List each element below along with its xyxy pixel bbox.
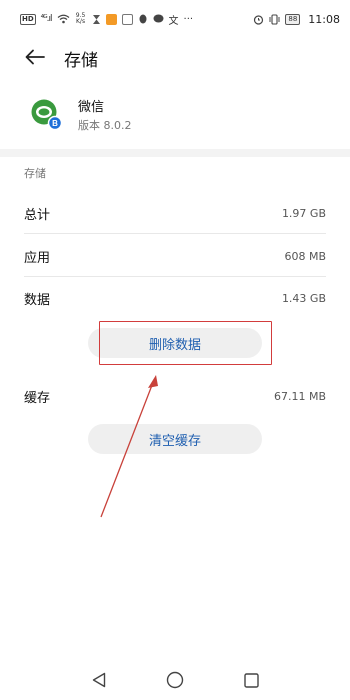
section-divider (0, 149, 350, 157)
status-bar-right: 88 11:08 (253, 13, 340, 26)
page-title: 存储 (64, 51, 98, 71)
clear-cache-button[interactable]: 清空缓存 (88, 424, 262, 454)
wifi-icon (57, 14, 69, 24)
clock-time: 11:08 (308, 12, 340, 26)
status-bar-left: HD ⁴ᴳ.ıl 9.5 K/s 文 ··· (20, 12, 193, 27)
circle-home-icon (166, 671, 184, 689)
storage-row-cache: 缓存 67.11 MB (24, 376, 326, 416)
signal-indicator: ⁴ᴳ.ıl (40, 14, 53, 24)
row-divider (24, 233, 326, 234)
video-app-icon (105, 13, 117, 25)
app-name: 微信 (78, 100, 105, 115)
play-app-icon (121, 13, 133, 25)
vibrate-icon (269, 13, 280, 25)
nav-back-button[interactable] (88, 669, 110, 691)
square-recent-icon (243, 672, 259, 688)
app-badge-text: B (52, 119, 58, 128)
app-version: 版本 8.0.2 (78, 119, 132, 132)
row-label: 总计 (24, 207, 51, 223)
qq-icon (139, 14, 147, 23)
storage-row-app: 应用 608 MB (24, 236, 326, 276)
storage-row-data: 数据 1.43 GB (24, 278, 326, 318)
cache-label: 缓存 (24, 390, 51, 406)
net-speed-unit: K/s (76, 18, 86, 25)
more-dots-icon: ··· (183, 13, 194, 25)
row-value: 1.43 GB (281, 291, 326, 305)
alarm-icon (254, 14, 264, 25)
cache-value: 67.11 MB (273, 389, 326, 403)
storage-row-total: 总计 1.97 GB (24, 193, 326, 233)
row-value: 608 MB (284, 249, 326, 263)
back-button[interactable] (22, 44, 48, 70)
app-info: B 微信 版本 8.0.2 (0, 92, 350, 140)
storage-section-label: 存储 (24, 167, 46, 180)
triangle-back-icon (92, 672, 106, 688)
row-label: 应用 (24, 250, 51, 266)
annotation-highlight-box (99, 321, 272, 365)
row-label: 数据 (24, 292, 51, 308)
top-app-bar: 存储 (0, 38, 350, 80)
net-speed: 9.5 K/s (75, 13, 87, 25)
chat-bubble-icon (153, 14, 164, 23)
status-bar: HD ⁴ᴳ.ıl 9.5 K/s 文 ··· 88 11:08 (0, 0, 350, 38)
hd-indicator: HD (20, 13, 36, 25)
system-nav-bar (0, 660, 350, 700)
arrow-left-icon (25, 49, 45, 65)
battery-indicator: 88 (285, 13, 301, 25)
row-divider (24, 276, 326, 277)
wechat-app-icon: B (31, 99, 62, 130)
row-value: 1.97 GB (281, 206, 326, 220)
translate-icon: 文 (168, 15, 179, 27)
hourglass-icon (92, 14, 100, 24)
nav-recent-button[interactable] (240, 669, 262, 691)
nav-home-button[interactable] (164, 669, 186, 691)
